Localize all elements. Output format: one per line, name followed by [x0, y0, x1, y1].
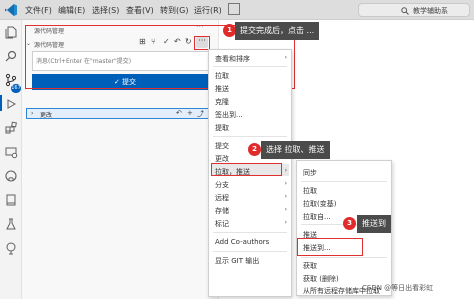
run-debug-icon[interactable] — [4, 97, 18, 111]
submenu-arrow-icon: › — [284, 167, 287, 174]
menu-file[interactable]: 文件(F) — [25, 5, 52, 16]
menu-separator — [213, 136, 287, 137]
menu-selection[interactable]: 选择(S) — [92, 5, 119, 16]
menu-view[interactable]: 查看(V) — [126, 5, 154, 16]
search-icon[interactable] — [4, 49, 18, 63]
submenu-item-fetch-prune[interactable]: 获取 (删除) — [303, 274, 339, 284]
activity-bar: 167 — [0, 20, 22, 299]
discard-all-icon[interactable]: ↶ — [176, 109, 182, 117]
submenu-item-fetch[interactable]: 获取 — [303, 261, 317, 271]
submenu-item-pull[interactable]: 拉取 — [303, 186, 317, 196]
menu-go[interactable]: 转到(G) — [160, 5, 188, 16]
menu-item-branch[interactable]: 分支 — [215, 180, 229, 190]
search-text: 教学辅助系 — [413, 7, 448, 15]
menu-separator — [213, 251, 287, 252]
submenu-arrow-icon: › — [284, 193, 287, 200]
window-layout-icon[interactable] — [228, 3, 240, 15]
search-icon — [401, 7, 409, 15]
menu-item-show-git-output[interactable]: 显示 GIT 输出 — [215, 256, 259, 266]
menu-separator — [213, 66, 287, 67]
menu-item-remote[interactable]: 远程 — [215, 193, 229, 203]
open-changes-icon[interactable]: ⤴ — [197, 109, 204, 119]
title-bar: 文件(F) 编辑(E) 选择(S) 查看(V) 转到(G) 运行(R) 教学辅助… — [0, 0, 474, 20]
submenu-arrow-icon: › — [284, 219, 287, 226]
test-icon[interactable] — [4, 217, 18, 231]
extensions-icon[interactable] — [4, 121, 18, 135]
remote-icon[interactable] — [4, 145, 18, 159]
menu-item-stash[interactable]: 存储 — [215, 206, 229, 216]
menu-item-commit[interactable]: 提交 — [215, 141, 229, 151]
callout-step-2: 选择 拉取、推送 — [261, 141, 330, 159]
menu-item-view-sort[interactable]: 查看和排序 — [215, 54, 250, 64]
github-icon[interactable] — [4, 169, 18, 183]
book-icon[interactable] — [4, 193, 18, 207]
submenu-arrow-icon: › — [284, 54, 287, 61]
changes-label: 更改 — [40, 112, 53, 119]
submenu-item-pull-rebase[interactable]: 拉取(变基) — [303, 199, 336, 209]
menu-item-checkout[interactable]: 签出到... — [215, 110, 243, 120]
submenu-item-pull-from[interactable]: 拉取自... — [303, 212, 331, 222]
highlight-box-more — [194, 36, 210, 50]
menu-item-fetch[interactable]: 提取 — [215, 123, 229, 133]
stage-all-icon[interactable]: + — [187, 109, 193, 117]
submenu-arrow-icon: › — [284, 180, 287, 187]
changes-group-row[interactable]: › 更改 ↶ + ⤴ 167 — [26, 108, 222, 119]
step-badge-2: 2 — [248, 143, 261, 156]
menu-separator — [301, 257, 387, 258]
menu-item-pull[interactable]: 拉取 — [215, 71, 229, 81]
vscode-logo-icon — [5, 4, 17, 16]
menu-edit[interactable]: 编辑(E) — [58, 5, 85, 16]
highlight-box-pull-push — [211, 163, 282, 176]
watermark-text: CSDN @等日出看彩虹 — [362, 284, 434, 292]
command-center-search[interactable]: 教学辅助系 — [358, 3, 470, 17]
menu-separator — [301, 181, 387, 182]
scm-count-badge: 167 — [11, 84, 21, 93]
docker-icon[interactable] — [4, 241, 18, 255]
callout-step-1: 提交完成后，点击 ... — [235, 22, 320, 40]
active-view-indicator — [0, 95, 2, 111]
highlight-box-push-to — [297, 238, 363, 256]
menu-separator — [213, 232, 287, 233]
step-badge-3: 3 — [343, 217, 356, 230]
menu-run[interactable]: 运行(R) — [194, 5, 222, 16]
explorer-icon[interactable] — [4, 25, 18, 39]
menu-item-push[interactable]: 推送 — [215, 84, 229, 94]
menu-item-tags[interactable]: 标记 — [215, 219, 229, 229]
chevron-right-icon[interactable]: › — [31, 110, 33, 117]
submenu-arrow-icon: › — [284, 206, 287, 213]
submenu-item-sync[interactable]: 同步 — [303, 168, 317, 178]
menu-item-add-coauthors[interactable]: Add Co-authors — [215, 238, 269, 246]
callout-step-3: 推送到 — [357, 215, 391, 233]
menu-item-clone[interactable]: 克隆 — [215, 97, 229, 107]
